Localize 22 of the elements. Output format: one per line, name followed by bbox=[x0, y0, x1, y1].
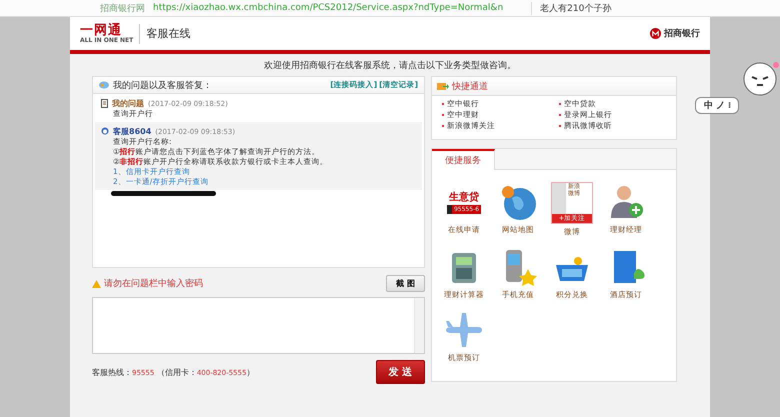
message-input[interactable] bbox=[92, 297, 425, 354]
service-title: 客服在线 bbox=[146, 26, 190, 41]
note-icon bbox=[101, 99, 108, 108]
message-sender: 客服8604 bbox=[113, 126, 152, 137]
services-tab[interactable]: 便捷服务 bbox=[432, 149, 495, 170]
bank-name: 招商银行 bbox=[664, 27, 700, 40]
chat-title: 我的问题以及客服答复： bbox=[113, 80, 212, 92]
logo-text: 一网通 bbox=[80, 24, 122, 36]
quick-access-icon bbox=[437, 82, 449, 90]
chat-bubble-icon bbox=[99, 80, 109, 90]
warning-icon bbox=[92, 280, 101, 288]
airplane-icon bbox=[444, 310, 484, 350]
warning-text: 请勿在问题栏中输入密码 bbox=[104, 278, 203, 290]
input-method-bar[interactable]: 中 ノ ፧ bbox=[695, 97, 740, 114]
search-field[interactable]: 老人有210个子孙 bbox=[531, 2, 612, 14]
send-button[interactable]: 发 送 bbox=[376, 360, 425, 384]
screenshot-button[interactable]: 截 图 bbox=[386, 275, 425, 292]
welcome-text: 欢迎使用招商银行在线客服系统，请点击以下业务类型做咨询。 bbox=[263, 60, 517, 73]
quick-links-title: 快捷通道 bbox=[452, 80, 488, 92]
agent-avatar-icon bbox=[101, 127, 109, 136]
bank-logo-icon bbox=[650, 28, 661, 39]
message-sender: 我的问题 bbox=[112, 98, 144, 109]
